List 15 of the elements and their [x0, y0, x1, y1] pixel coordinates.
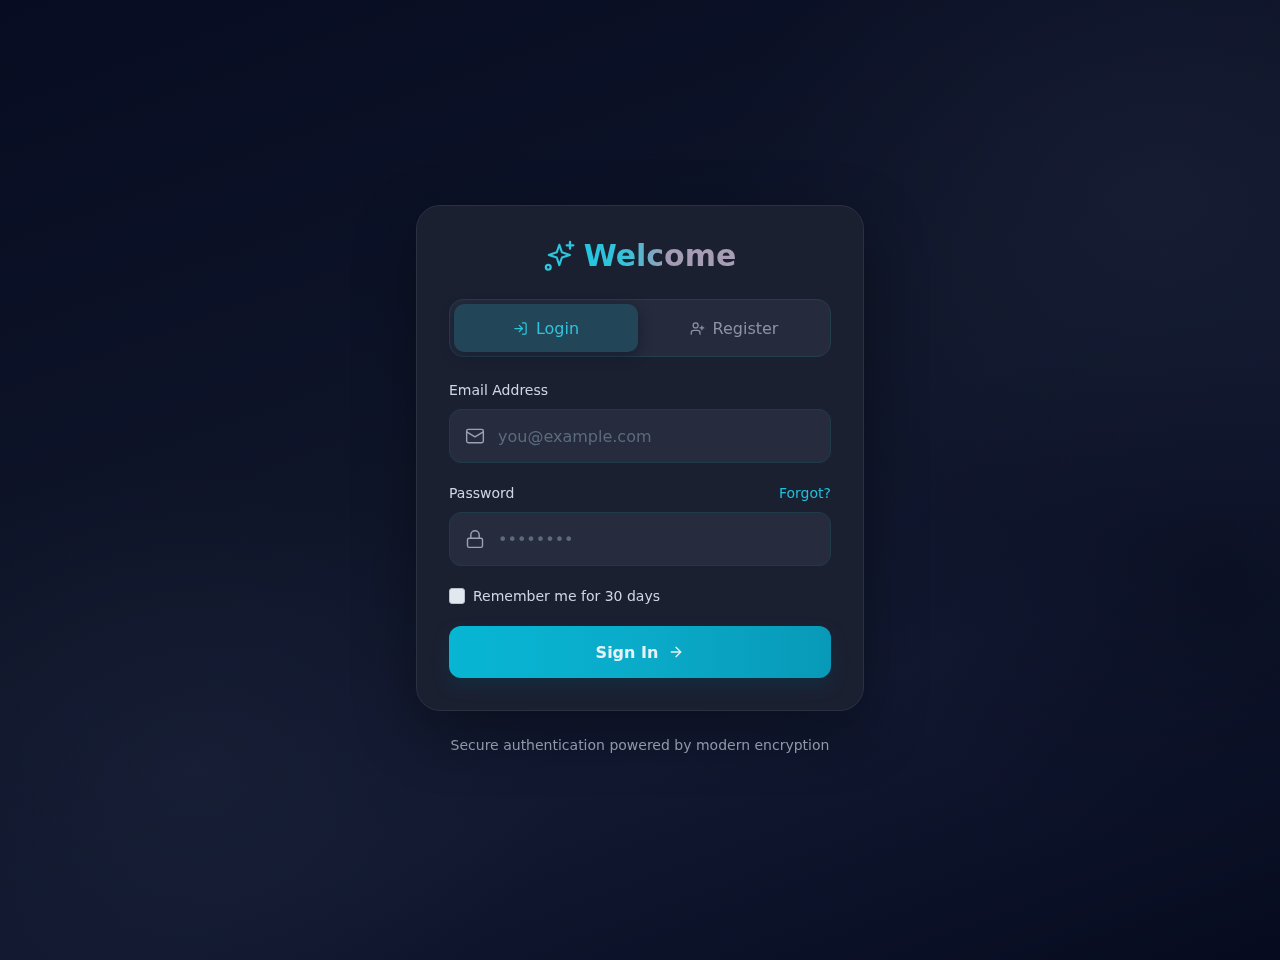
password-field[interactable]: ••••••••: [449, 512, 831, 566]
sparkle-icon: [543, 240, 576, 272]
tab[interactable]: Login: [454, 304, 638, 352]
padlock-icon: [465, 529, 485, 549]
forgot-link[interactable]: Forgot?: [779, 485, 831, 501]
email-field[interactable]: you@example.com: [449, 409, 831, 463]
tab[interactable]: Register: [642, 304, 826, 352]
envelope-icon: [465, 426, 485, 446]
user-plus-icon: [689, 320, 705, 336]
field-label: Email Address: [449, 382, 549, 398]
checkbox[interactable]: [449, 588, 465, 604]
field-label: Password: [449, 485, 515, 501]
remember-label: Remember me for 30 days: [473, 588, 661, 604]
login-icon: [512, 320, 528, 336]
footer-note: Secure authentication powered by modern encryption: [450, 736, 830, 755]
